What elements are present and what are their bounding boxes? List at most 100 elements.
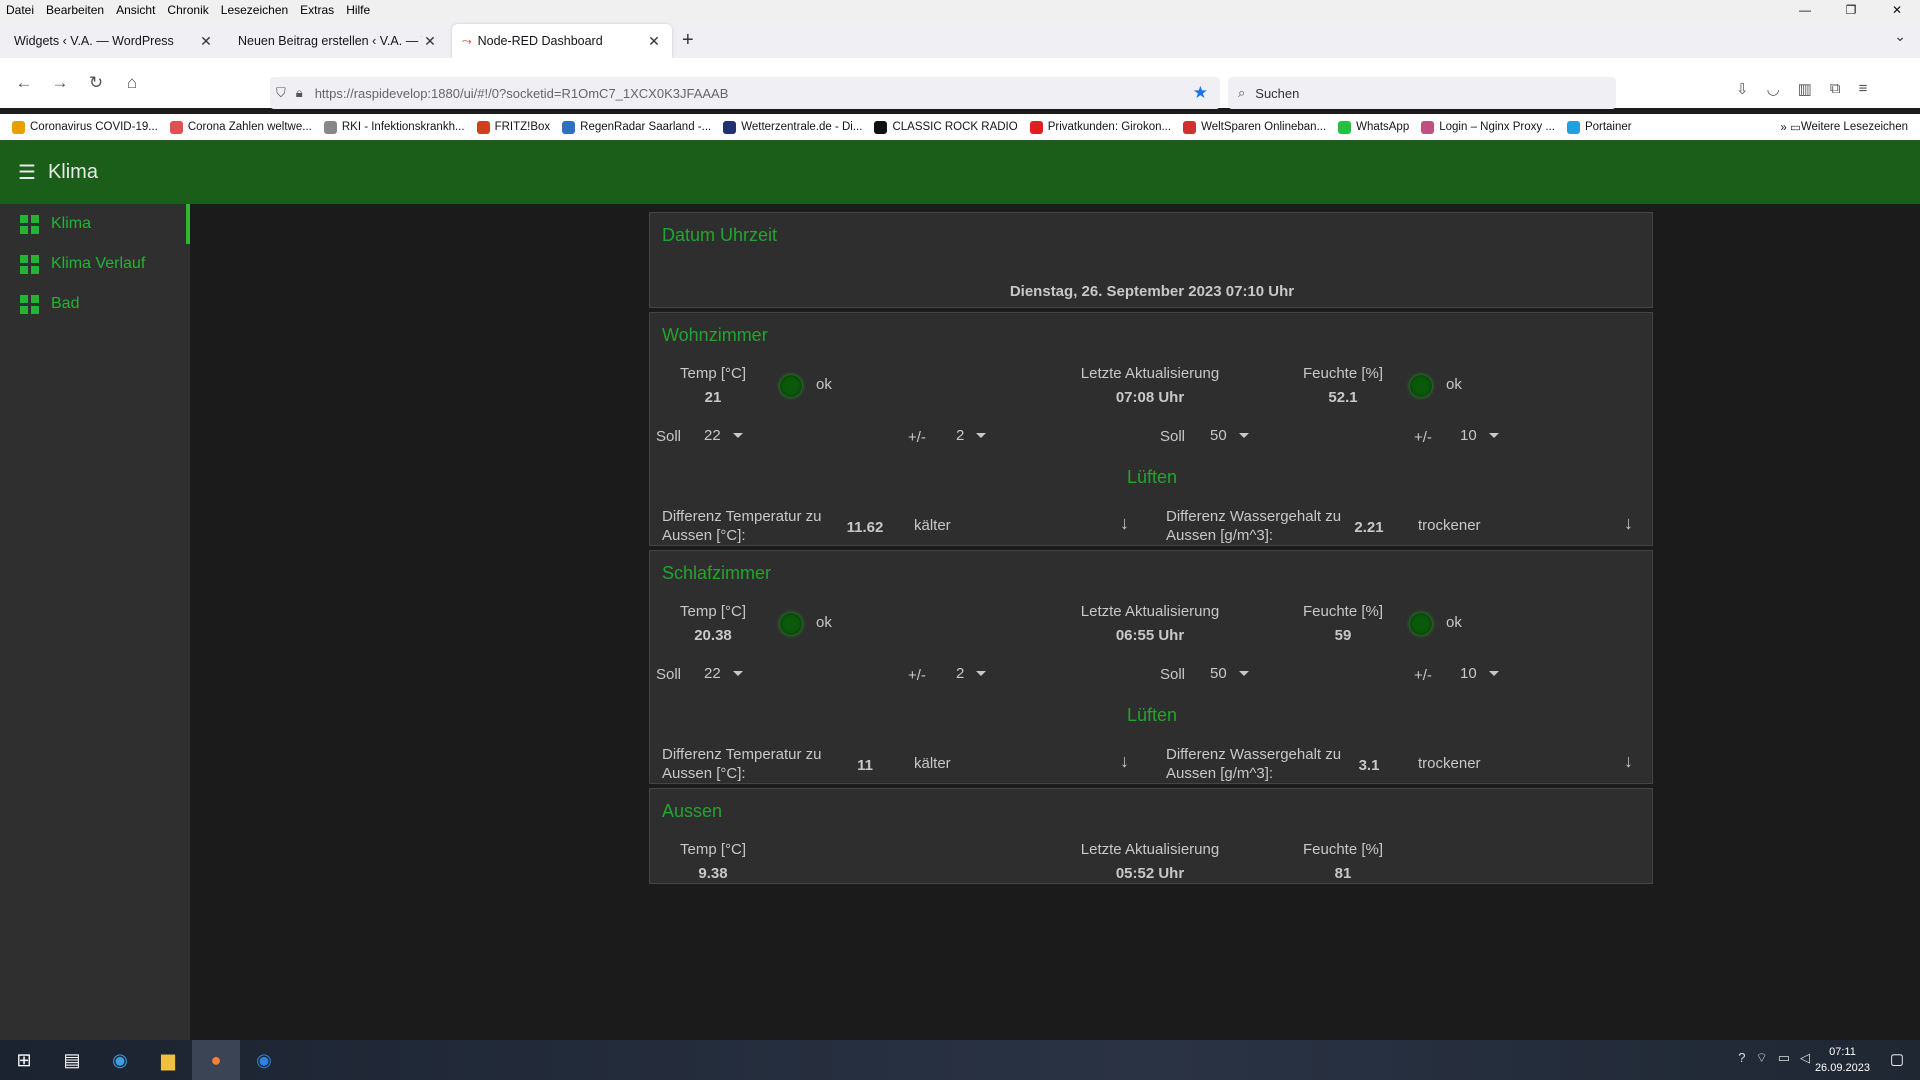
close-tab-icon[interactable]: ✕ (198, 33, 214, 50)
lock-icon[interactable]: 🔒︎ (296, 85, 303, 101)
temp-value: 9.38 (698, 865, 728, 882)
tab-title: Widgets ‹ V.A. — WordPress (14, 34, 174, 48)
battery-icon[interactable]: ▭ (1778, 1050, 1790, 1066)
bookmark-item[interactable]: Corona Zahlen weltwe... (169, 120, 312, 134)
temp-status-led (780, 613, 802, 635)
dashboard-icon (20, 254, 39, 274)
tab-bar: Widgets ‹ V.A. — WordPress ✕ Neuen Beitr… (0, 20, 1920, 58)
minimize-icon[interactable]: — (1782, 3, 1828, 17)
hamburger-icon[interactable]: ☰ (18, 160, 36, 185)
card-title: Datum Uhrzeit (662, 225, 778, 245)
more-bookmarks[interactable]: » ▭ Weitere Lesezeichen (1780, 120, 1908, 134)
soll-temp-dropdown[interactable]: 22 (704, 427, 743, 444)
card-title: Schlafzimmer (662, 563, 772, 583)
soll-temp-dropdown[interactable]: 22 (704, 665, 743, 682)
url-bar[interactable]: ⛉ 🔒︎ https://raspidevelop:1880/ui/#!/0?s… (270, 77, 1220, 109)
bookmark-item[interactable]: Privatkunden: Girokon... (1029, 120, 1171, 134)
pm-hum-dropdown[interactable]: 10 (1460, 665, 1499, 682)
new-tab-icon[interactable]: + (682, 29, 694, 52)
pm-hum-dropdown[interactable]: 10 (1460, 427, 1499, 444)
diff-temp-value: 11 (857, 757, 873, 774)
network-icon[interactable]: ⌔ (1755, 1050, 1767, 1066)
bookmark-item[interactable]: Coronavirus COVID-19... (12, 120, 158, 134)
sidebar-item-bad[interactable]: Bad (0, 284, 190, 324)
tab-widgets[interactable]: Widgets ‹ V.A. — WordPress ✕ (4, 24, 224, 58)
bookmark-item[interactable]: RKI - Infektionskrankh... (323, 120, 465, 134)
dashboard-icon (20, 214, 39, 234)
bookmark-item[interactable]: RegenRadar Saarland -... (562, 120, 711, 134)
bookmark-star-icon[interactable]: ★ (1193, 83, 1208, 103)
shield-icon[interactable]: ⛉ (276, 85, 286, 101)
task-view-icon[interactable]: ▤ (48, 1040, 96, 1080)
home-icon[interactable]: ⌂ (114, 73, 150, 93)
menu-chronik[interactable]: Chronik (161, 3, 214, 17)
bookmark-icon (1566, 120, 1580, 134)
bookmark-icon (1421, 120, 1435, 134)
app-title: Klima (47, 160, 98, 183)
edge-icon[interactable]: ◉ (96, 1040, 144, 1080)
bookmark-item[interactable]: Wetterzentrale.de - Di... (723, 120, 863, 134)
clock[interactable]: 07:11 26.09.2023 (1815, 1044, 1870, 1076)
extensions-icon[interactable]: ⧉ (1830, 80, 1841, 98)
menu-bearbeiten[interactable]: Bearbeiten (40, 3, 110, 17)
help-icon[interactable]: ? (1738, 1050, 1745, 1066)
pm-hum-label: +/- (1414, 667, 1432, 684)
close-tab-icon[interactable]: ✕ (646, 33, 662, 50)
bookmark-item[interactable]: Portainer (1566, 120, 1632, 134)
reload-icon[interactable]: ↻ (78, 73, 114, 93)
list-tabs-icon[interactable]: ⌄ (1894, 28, 1906, 45)
notification-icon[interactable]: ▢ (1890, 1050, 1904, 1068)
soll-temp-label: Soll (656, 428, 682, 445)
chevron-down-icon (976, 671, 987, 676)
tab-title: Neuen Beitrag erstellen ‹ V.A. — Wo (238, 34, 422, 48)
bookmark-item[interactable]: CLASSIC ROCK RADIO (874, 120, 1018, 134)
restore-icon[interactable]: ❐ (1828, 3, 1874, 17)
menu-lesezeichen[interactable]: Lesezeichen (215, 3, 294, 17)
card-datum-uhrzeit: Datum Uhrzeit Dienstag, 26. September 20… (649, 212, 1653, 308)
menu-bar: Datei Bearbeiten Ansicht Chronik Lesezei… (0, 0, 1920, 20)
lueften-heading: Lüften (1126, 705, 1178, 725)
sidebar-item-klima-verlauf[interactable]: Klima Verlauf (0, 244, 190, 284)
tab-node-red-dashboard[interactable]: ⤳ Node-RED Dashboard ✕ (452, 24, 672, 58)
library-icon[interactable]: ▥ (1798, 80, 1812, 98)
bookmark-label: WhatsApp (1356, 121, 1410, 133)
pocket-icon[interactable]: ◡ (1767, 80, 1780, 98)
humidity-label: Feuchte [%] (1302, 365, 1384, 382)
pm-temp-dropdown[interactable]: 2 (956, 427, 987, 444)
app-header: ☰ Klima (0, 140, 1920, 204)
soll-hum-dropdown[interactable]: 50 (1210, 665, 1249, 682)
search-bar[interactable]: ⌕ Suchen (1228, 77, 1616, 109)
menu-extras[interactable]: Extras (294, 3, 340, 17)
sidebar-item-klima[interactable]: Klima (0, 204, 190, 244)
back-icon[interactable]: ← (6, 73, 42, 93)
forward-icon[interactable]: → (42, 73, 78, 93)
update-value: 06:55 Uhr (1115, 627, 1185, 644)
file-explorer-icon[interactable]: ▆ (144, 1040, 192, 1080)
bookmark-item[interactable]: Login – Nginx Proxy ... (1421, 120, 1555, 134)
humidity-value: 52.1 (1328, 389, 1358, 406)
menu-icon[interactable]: ≡ (1859, 80, 1868, 98)
bookmark-item[interactable]: WeltSparen Onlineban... (1183, 120, 1326, 134)
menu-datei[interactable]: Datei (0, 3, 40, 17)
menu-hilfe[interactable]: Hilfe (340, 3, 376, 17)
downloads-icon[interactable]: ⇩ (1736, 80, 1749, 98)
tab-neuer-beitrag[interactable]: Neuen Beitrag erstellen ‹ V.A. — Wo ✕ (228, 24, 448, 58)
windows-start-icon[interactable]: ⊞ (0, 1040, 48, 1080)
humidity-status-led (1410, 375, 1432, 397)
close-tab-icon[interactable]: ✕ (422, 33, 438, 50)
menu-ansicht[interactable]: Ansicht (110, 3, 161, 17)
bookmark-label: Wetterzentrale.de - Di... (741, 121, 863, 133)
bookmark-item[interactable]: WhatsApp (1338, 120, 1410, 134)
bookmark-item[interactable]: FRITZ!Box (476, 120, 550, 134)
firefox-icon[interactable]: ● (192, 1040, 240, 1080)
bookmark-icon (12, 120, 25, 134)
app-icon[interactable]: ◉ (240, 1040, 288, 1080)
bookmark-label: Portainer (1584, 121, 1632, 133)
close-window-icon[interactable]: ✕ (1874, 3, 1920, 17)
pm-temp-dropdown[interactable]: 2 (956, 665, 987, 682)
volume-icon[interactable]: ◁ (1800, 1050, 1810, 1066)
diff-water-label: Differenz Wassergehalt zu Aussen [g/m^3]… (1166, 508, 1342, 544)
search-input[interactable]: Suchen (1255, 86, 1299, 101)
diff-water-text: trockener (1418, 517, 1481, 534)
soll-hum-dropdown[interactable]: 50 (1210, 427, 1249, 444)
